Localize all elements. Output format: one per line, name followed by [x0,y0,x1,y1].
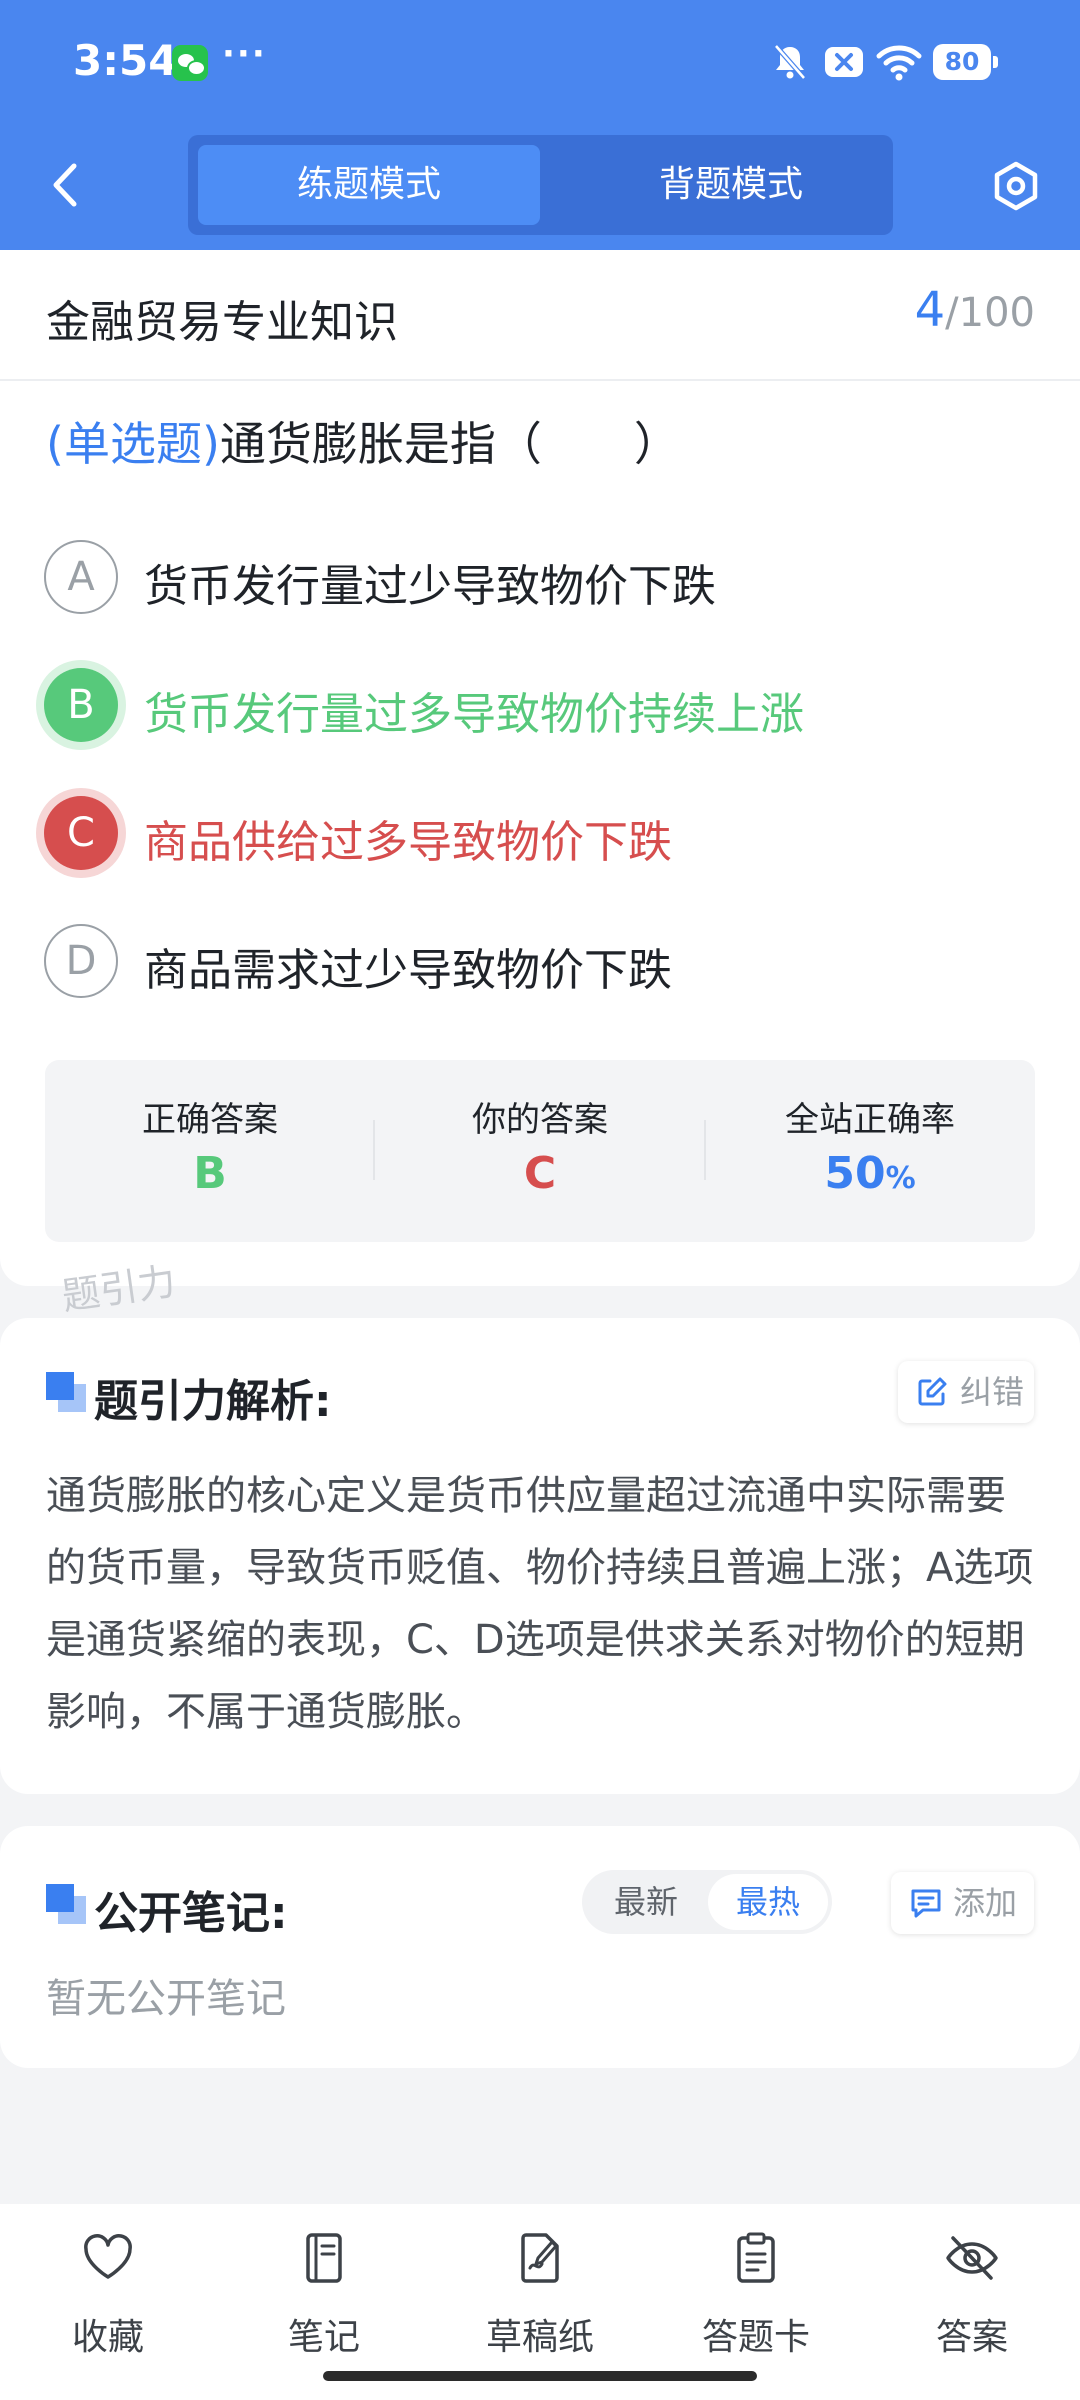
public-notes-title: 公开笔记: [94,1888,288,1939]
option-text: 货币发行量过少导致物价下跌 [144,561,716,612]
toolbar-favorite[interactable]: 收藏 [18,2230,198,2360]
clipboard-icon [737,2232,775,2283]
home-indicator[interactable] [323,2371,757,2381]
question-stem: (单选题)通货膨胀是指（ ） [46,408,680,474]
report-error-button[interactable]: 纠错 [898,1361,1034,1423]
add-note-button[interactable]: 添加 [891,1872,1034,1934]
correct-answer-stat: 正确答案 B [45,1060,375,1242]
toolbar-answer-sheet-label: 答题卡 [701,2317,810,2358]
total-questions: /100 [945,290,1035,336]
divider [0,379,1080,381]
site-accuracy-value: 50% [705,1148,1035,1199]
top-bar: 3:54 ··· 80 练题模式 背题模式 [0,0,1080,250]
analysis-text: 通货膨胀的核心定义是货币供应量超过流通中实际需要的货币量，导致货币贬值、物价持续… [46,1473,1034,1735]
tab-memorize-mode[interactable]: 背题模式 [560,145,902,225]
draft-icon [521,2233,559,2283]
option-text: 商品需求过少导致物价下跌 [144,945,672,996]
site-accuracy-label: 全站正确率 [785,1100,955,1140]
option-text: 货币发行量过多导致物价持续上涨 [144,689,804,740]
toolbar-notes-label: 笔记 [287,2317,360,2358]
notes-sort-toggle: 最新 最热 [582,1870,832,1934]
sort-latest-option[interactable]: 最新 [586,1874,706,1930]
correct-answer-value: B [193,1148,227,1199]
toolbar-answer[interactable]: 答案 [882,2230,1062,2360]
answer-stats-panel: 正确答案 B 你的答案 C 全站正确率 50% [45,1060,1035,1242]
site-accuracy-unit: % [885,1161,916,1196]
tab-practice-mode[interactable]: 练题模式 [198,145,540,225]
question-text: 通货膨胀是指（ ） [219,417,680,471]
toolbar-draft-paper[interactable]: 草稿纸 [450,2230,630,2360]
analysis-title: 题引力解析: [94,1376,332,1427]
public-notes-card [0,1826,1080,2068]
more-notifications-icon: ··· [222,34,267,74]
status-bar: 3:54 ··· 80 [0,0,1080,125]
edit-icon [918,1377,947,1406]
toolbar-answer-sheet[interactable]: 答题卡 [666,2230,846,2360]
battery-indicator: 80 [933,44,998,80]
option-letter: A [44,540,118,614]
your-answer-stat: 你的答案 C [375,1060,705,1242]
question-progress: 4/100 [915,282,1035,338]
heart-icon [84,2234,132,2279]
back-arrow-icon[interactable] [46,160,86,210]
option-letter: C [44,796,118,870]
notebook-icon [306,2233,342,2283]
current-question-number: 4 [914,282,946,338]
mode-switcher: 练题模式 背题模式 [188,135,893,235]
option-b[interactable]: B 货币发行量过多导致物价持续上涨 [44,668,1044,742]
site-accuracy-number: 50 [824,1148,886,1199]
option-letter: B [44,668,118,742]
option-text: 商品供给过多导致物价下跌 [144,817,672,868]
sort-hot-option[interactable]: 最热 [708,1874,828,1930]
comment-add-icon [911,1889,941,1918]
toolbar-favorite-label: 收藏 [71,2317,144,2358]
your-answer-value: C [523,1148,557,1199]
add-note-label: 添加 [953,1884,1018,1922]
status-time: 3:54 [73,36,178,85]
wifi-icon [876,45,922,81]
settings-hexagon-icon[interactable] [990,160,1042,212]
section-squares-icon [46,1372,86,1412]
question-type: (单选题) [46,417,220,471]
correct-answer-label: 正确答案 [142,1100,278,1140]
toolbar-draft-paper-label: 草稿纸 [485,2317,594,2358]
option-d[interactable]: D 商品需求过少导致物价下跌 [44,924,1044,998]
sim-blocked-icon [825,47,863,77]
your-answer-label: 你的答案 [472,1100,608,1140]
wechat-icon [172,45,208,81]
report-error-label: 纠错 [960,1373,1025,1411]
empty-notes-text: 暂无公开笔记 [46,1976,286,2022]
subject-title: 金融贸易专业知识 [46,297,398,348]
toolbar-answer-label: 答案 [935,2317,1008,2358]
eye-off-icon [946,2236,998,2280]
toolbar-notes[interactable]: 笔记 [234,2230,414,2360]
bell-off-icon [774,44,806,80]
option-letter: D [44,924,118,998]
option-a[interactable]: A 货币发行量过少导致物价下跌 [44,540,1044,614]
option-c[interactable]: C 商品供给过多导致物价下跌 [44,796,1044,870]
section-squares-icon [46,1884,86,1924]
site-accuracy-stat: 全站正确率 50% [705,1060,1035,1242]
